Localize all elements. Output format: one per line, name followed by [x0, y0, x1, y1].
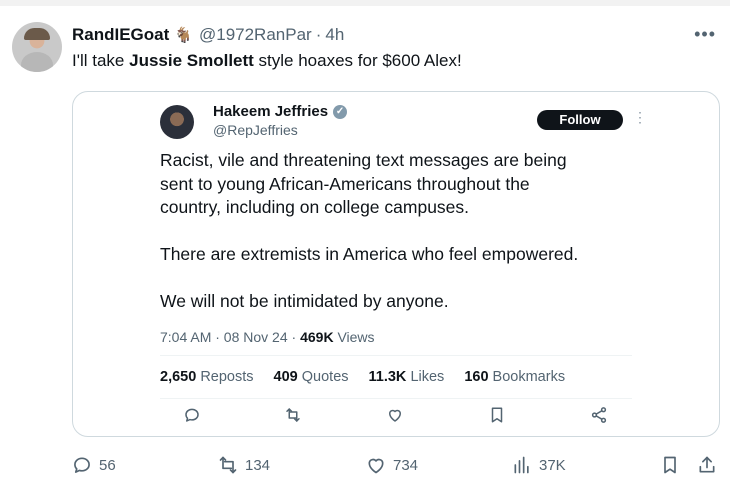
quoted-divider — [160, 355, 632, 356]
bookmark-icon — [664, 456, 676, 474]
quoted-line: sent to young African-Americans througho… — [160, 173, 530, 194]
bookmarks-stat-count: 160 — [464, 369, 489, 385]
quoted-views-label: Views — [337, 329, 375, 345]
quotes-stat[interactable]: 409 Quotes — [274, 369, 349, 385]
reposts-stat-label: Reposts — [200, 369, 254, 385]
reposts-stat-count: 2,650 — [160, 369, 197, 385]
tweet-actions: 56 134 734 37K — [72, 452, 718, 478]
tweet-text: I'll take Jussie Smollett style hoaxes f… — [72, 51, 462, 71]
separator-dot: · — [315, 25, 322, 44]
display-name[interactable]: RandIEGoat — [72, 25, 169, 45]
quotes-stat-label: Quotes — [301, 369, 349, 385]
quoted-heart-icon[interactable] — [386, 406, 404, 424]
quoted-paragraph-2: There are extremists in America who feel… — [160, 244, 579, 264]
reply-button[interactable]: 56 — [72, 452, 116, 478]
reply-icon — [74, 457, 90, 473]
avatar[interactable] — [12, 22, 62, 72]
quoted-meta: 7:04 AM · 08 Nov 24 · 469K Views — [160, 329, 375, 345]
repost-button[interactable]: 134 — [218, 452, 270, 478]
repost-count: 134 — [245, 456, 271, 474]
quoted-repost-icon[interactable] — [284, 406, 302, 424]
quoted-bookmark-icon[interactable] — [488, 406, 506, 424]
views-button[interactable]: 37K — [512, 452, 566, 478]
analytics-icon — [514, 456, 529, 474]
bookmark-button[interactable] — [660, 452, 680, 478]
quotes-stat-count: 409 — [273, 369, 298, 385]
quoted-handle[interactable]: @RepJeffries — [213, 122, 298, 138]
quoted-paragraph-3: We will not be intimidated by anyone. — [160, 291, 449, 311]
goat-emoji-icon: 🐐 — [174, 27, 193, 44]
bookmarks-stat[interactable]: 160 Bookmarks — [464, 369, 565, 385]
heart-icon — [368, 458, 384, 474]
quoted-line: Racist, vile and threatening text messag… — [160, 150, 567, 170]
top-divider — [0, 0, 730, 6]
like-button[interactable]: 734 — [366, 452, 418, 478]
repost-icon — [219, 456, 237, 474]
quoted-tweet-card[interactable]: Hakeem Jeffries ✓ @RepJeffries Follow ⋮ … — [72, 91, 720, 437]
tweet-text-after: style hoaxes for $600 Alex! — [253, 51, 462, 70]
verified-icon: ✓ — [333, 104, 348, 119]
tweet-text-before: I'll take — [72, 51, 130, 70]
quoted-share-icon[interactable] — [590, 406, 608, 424]
tweet-header: RandIEGoat 🐐 @1972RanPar · 4h — [72, 24, 344, 46]
quoted-timestamp[interactable]: 7:04 AM · 08 Nov 24 — [160, 329, 288, 345]
reply-count: 56 — [99, 456, 116, 474]
tweet-text-bold: Jussie Smollett — [129, 51, 254, 70]
more-icon[interactable]: ••• — [694, 24, 716, 45]
quoted-divider — [160, 398, 632, 399]
quoted-paragraph-1: Racist, vile and threatening text messag… — [160, 149, 650, 220]
follow-button[interactable]: Follow — [537, 110, 623, 130]
quoted-text: Racist, vile and threatening text messag… — [160, 149, 650, 314]
likes-stat-count: 11.3K — [368, 369, 407, 385]
quoted-views-count: 469K — [300, 329, 334, 345]
tweet-time[interactable]: 4h — [325, 25, 344, 45]
likes-stat-label: Likes — [410, 369, 445, 385]
likes-stat[interactable]: 11.3K Likes — [369, 369, 445, 385]
avatar-hat — [24, 28, 50, 40]
user-handle[interactable]: @1972RanPar — [199, 25, 312, 45]
like-count: 734 — [393, 456, 419, 474]
views-count: 37K — [539, 456, 566, 474]
reposts-stat[interactable]: 2,650 Reposts — [160, 369, 254, 385]
quoted-stats: 2,650 Reposts 409 Quotes 11.3K Likes 160… — [160, 369, 585, 385]
bookmarks-stat-label: Bookmarks — [492, 369, 566, 385]
share-button[interactable] — [697, 452, 717, 478]
quoted-more-icon[interactable]: ⋮ — [633, 109, 647, 126]
quoted-name-row: Hakeem Jeffries ✓ — [213, 103, 348, 120]
quoted-reply-icon[interactable] — [183, 406, 201, 424]
quoted-line: country, including on college campuses. — [160, 197, 470, 217]
quoted-avatar[interactable] — [160, 105, 194, 139]
share-icon — [699, 456, 715, 473]
quoted-display-name[interactable]: Hakeem Jeffries — [213, 103, 328, 120]
